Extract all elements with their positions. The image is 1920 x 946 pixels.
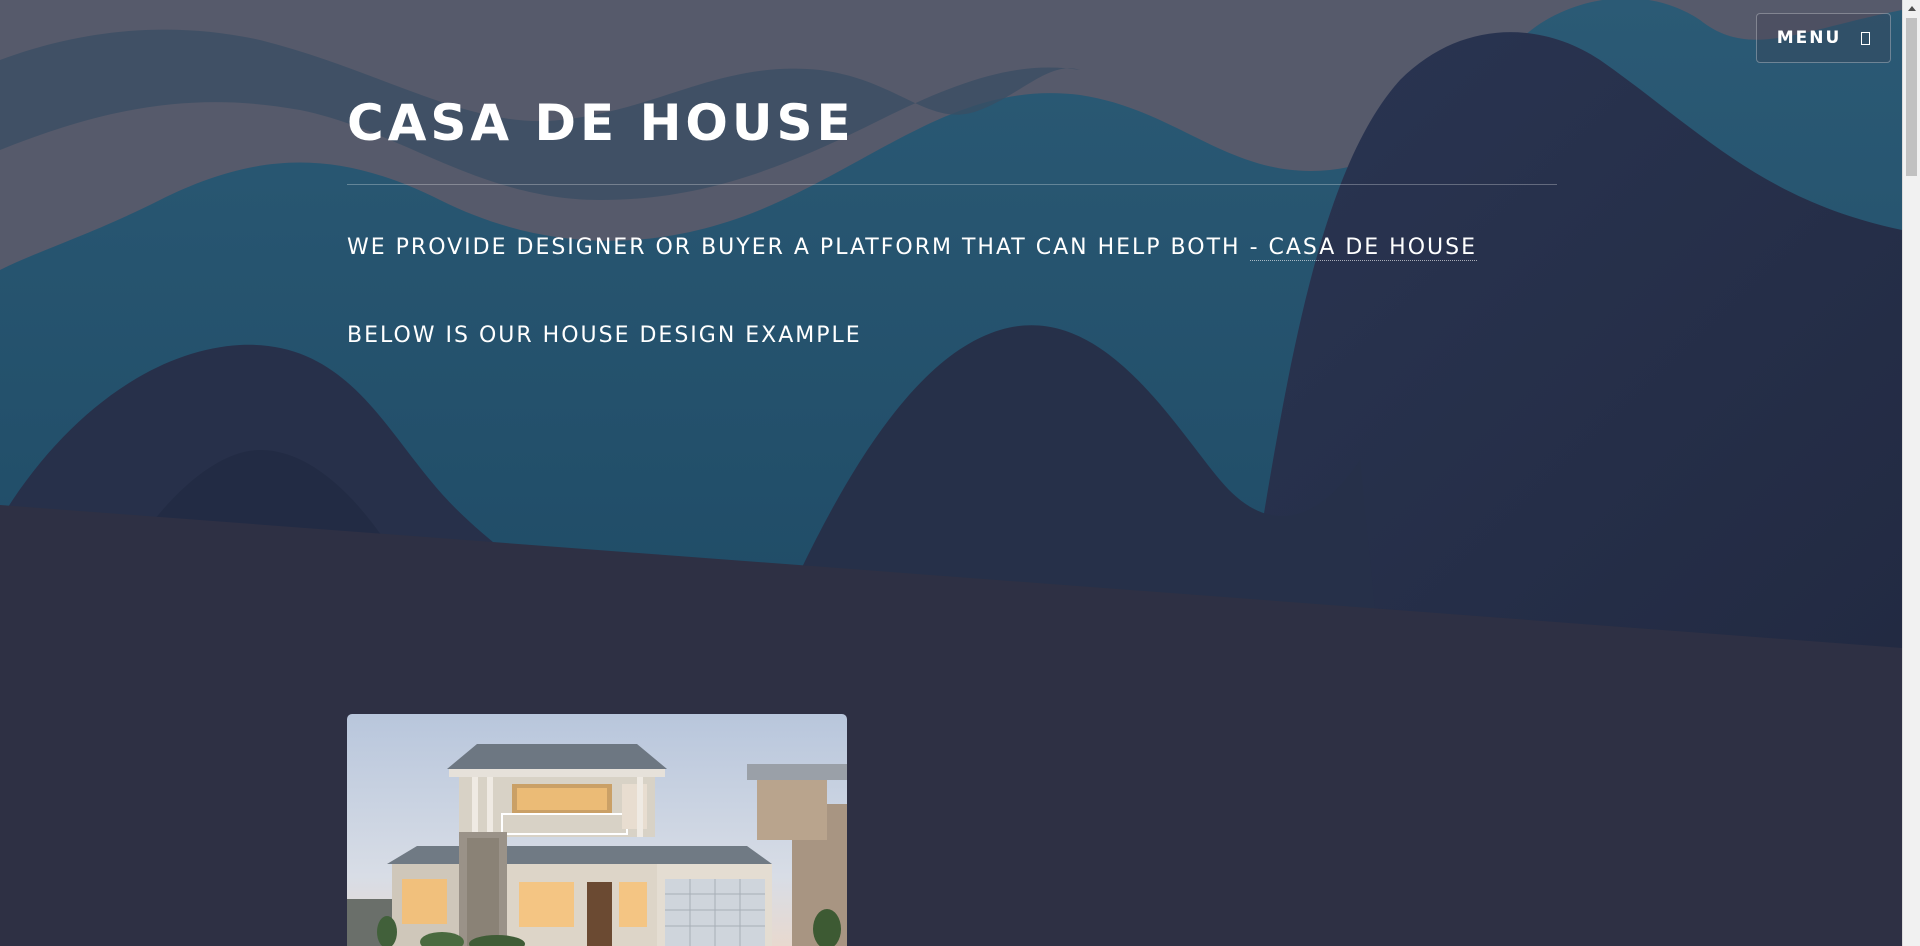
site-title: CASA DE HOUSE [347, 94, 855, 152]
tagline-link[interactable]: - CASA DE HOUSE [1249, 235, 1477, 261]
tagline-text: WE PROVIDE DESIGNER OR BUYER A PLATFORM … [347, 235, 1241, 260]
scroll-thumb[interactable] [1906, 18, 1917, 176]
menu-label: MENU [1776, 28, 1842, 48]
gallery-intro: BELOW IS OUR HOUSE DESIGN EXAMPLE [347, 323, 862, 348]
tagline: WE PROVIDE DESIGNER OR BUYER A PLATFORM … [347, 233, 1557, 263]
menu-icon [1861, 31, 1871, 45]
page-scrollbar[interactable] [1902, 0, 1920, 946]
scroll-up-arrow-icon[interactable] [1903, 0, 1920, 17]
house-photo [347, 714, 847, 946]
page: CASA DE HOUSE WE PROVIDE DESIGNER OR BUY… [0, 0, 1902, 946]
menu-button[interactable]: MENU [1756, 13, 1891, 63]
title-divider [347, 184, 1557, 185]
house-design-card[interactable] [347, 714, 847, 946]
hero-content: CASA DE HOUSE WE PROVIDE DESIGNER OR BUY… [347, 90, 1557, 351]
